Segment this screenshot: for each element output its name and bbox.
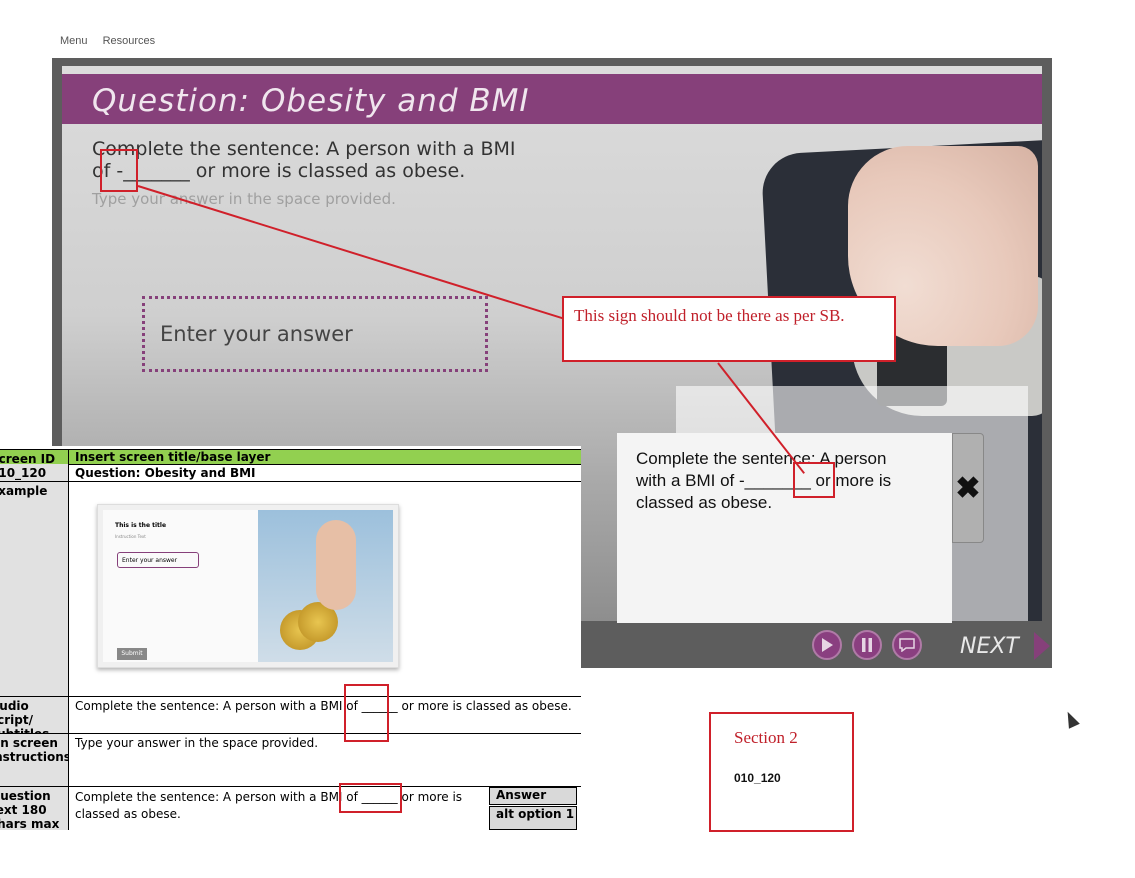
feedback-text: Complete the sentence: A person with a B… — [636, 449, 892, 512]
medal-image — [258, 510, 393, 662]
play-icon — [822, 638, 833, 652]
section-id: 010_120 — [734, 771, 781, 785]
table-value: Question: Obesity and BMI — [75, 466, 256, 480]
answer-box — [142, 296, 488, 372]
annotation-box — [793, 462, 835, 498]
table-row: Question text 180 chars max Complete the… — [0, 787, 581, 830]
pause-button[interactable] — [852, 630, 882, 660]
table-label: Audio script/ subtitles — [0, 699, 49, 733]
question-text: Complete the sentence: A person with a B… — [92, 138, 516, 182]
table-value: Complete the sentence: A person with a B… — [75, 699, 572, 713]
play-button[interactable] — [812, 630, 842, 660]
instruction-text: Type your answer in the space provided. — [92, 190, 396, 208]
annotation-box — [344, 684, 389, 742]
table-row: On screen instructions Type your answer … — [0, 734, 581, 787]
example-thumbnail: This is the title Instruction Text Enter… — [97, 504, 399, 668]
table-label: On screen instructions — [0, 736, 69, 764]
table-value: Insert screen title/base layer — [75, 450, 271, 464]
review-comment: This sign should not be there as per SB. — [562, 296, 896, 362]
table-label: Question text 180 chars max — [0, 789, 60, 830]
table-label: Example — [0, 484, 48, 498]
answer-input[interactable] — [145, 299, 485, 369]
section-title: Section 2 — [734, 728, 798, 747]
slide-title-bar: Question: Obesity and BMI — [62, 74, 1042, 124]
alt-option: alt option 1 — [489, 806, 577, 830]
storyboard-table: Screen ID Insert screen title/base layer… — [0, 446, 581, 830]
annotation-box — [100, 149, 138, 192]
hand-image — [316, 520, 356, 610]
mouse-cursor-icon — [1062, 709, 1080, 729]
thumbnail-slide: This is the title Instruction Text Enter… — [103, 510, 258, 662]
comment-text: This sign should not be there as per SB. — [574, 306, 845, 325]
top-menu: Menu Resources — [60, 35, 167, 47]
table-row: 010_120 Question: Obesity and BMI — [0, 464, 581, 482]
table-label: Screen ID — [0, 452, 56, 464]
close-icon: ✖ — [955, 471, 981, 505]
close-feedback-button[interactable]: ✖ — [952, 433, 984, 543]
pause-icon — [862, 638, 872, 652]
table-value: Complete the sentence: A person with a B… — [75, 790, 463, 821]
chat-icon — [899, 638, 915, 652]
subtitles-button[interactable] — [892, 630, 922, 660]
table-value: Type your answer in the space provided. — [75, 736, 319, 750]
thumbnail-submit: Submit — [117, 648, 147, 660]
thumbnail-title: This is the title — [115, 522, 167, 529]
menu-link[interactable]: Menu — [60, 35, 88, 47]
slide-title: Question: Obesity and BMI — [92, 83, 530, 119]
feedback-popup: Complete the sentence: A person with a B… — [617, 433, 952, 623]
thumbnail-input: Enter your answer — [117, 552, 199, 568]
answer-header: Answer — [489, 787, 577, 805]
resources-link[interactable]: Resources — [103, 35, 156, 47]
next-button[interactable]: NEXT — [960, 634, 1019, 659]
annotation-box — [339, 783, 402, 813]
table-label: 010_120 — [0, 466, 47, 480]
section-label-box: Section 2 010_120 — [709, 712, 854, 832]
thumbnail-subtitle: Instruction Text — [115, 534, 146, 539]
next-arrow-icon[interactable] — [1034, 632, 1050, 660]
table-row: Audio script/ subtitles Complete the sen… — [0, 697, 581, 734]
table-row: Screen ID Insert screen title/base layer — [0, 449, 581, 465]
